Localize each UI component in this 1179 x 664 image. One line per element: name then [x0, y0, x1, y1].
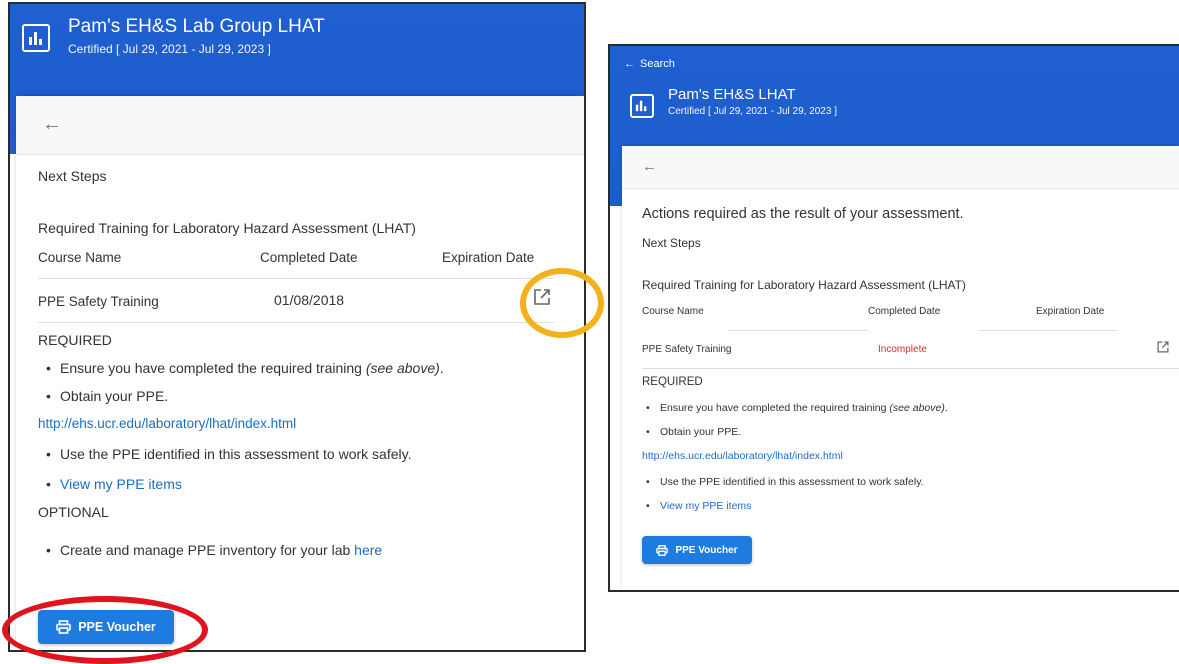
course-name-cell: PPE Safety Training [642, 344, 732, 355]
completed-date-cell: Incomplete [878, 344, 927, 355]
assessment-card: ← Next Steps Required Training for Labor… [16, 96, 584, 650]
column-expiration-date: Expiration Date [1036, 306, 1105, 317]
ppe-voucher-button[interactable]: PPE Voucher [38, 610, 174, 644]
obtain-ppe-item: Obtain your PPE. [646, 426, 741, 438]
search-back-label: Search [640, 58, 675, 70]
obtain-ppe-item: Obtain your PPE. [46, 388, 168, 404]
right-screenshot-panel: ← Search Pam's EH&S LHAT Certified [ Jul… [608, 44, 1179, 592]
column-course-name: Course Name [642, 306, 704, 317]
manage-inventory-item: Create and manage PPE inventory for your… [46, 542, 382, 558]
back-strip: ← [622, 146, 1179, 189]
next-steps-label: Next Steps [38, 168, 107, 184]
certified-range: Certified [ Jul 29, 2021 - Jul 29, 2023 … [68, 42, 271, 56]
divider [728, 330, 868, 331]
arrow-left-icon: ← [624, 58, 635, 70]
ppe-voucher-button[interactable]: PPE Voucher [642, 536, 752, 564]
view-ppe-item: View my PPE items [46, 476, 182, 492]
back-strip: ← [16, 96, 584, 155]
arrow-left-icon[interactable]: ← [42, 113, 62, 136]
divider [38, 322, 554, 323]
open-in-new-icon[interactable] [532, 287, 552, 312]
page-title: Pam's EH&S Lab Group LHAT [68, 16, 325, 37]
search-back-link[interactable]: ← Search [624, 58, 675, 70]
open-in-new-icon[interactable] [1156, 340, 1170, 359]
view-ppe-item: View my PPE items [646, 500, 751, 512]
optional-label: OPTIONAL [38, 504, 109, 520]
left-screenshot-panel: Pam's EH&S Lab Group LHAT Certified [ Ju… [8, 2, 586, 652]
required-label: REQUIRED [642, 376, 703, 388]
use-ppe-item: Use the PPE identified in this assessmen… [46, 446, 411, 462]
voucher-label: PPE Voucher [675, 544, 738, 556]
training-heading: Required Training for Laboratory Hazard … [38, 220, 416, 236]
column-completed-date: Completed Date [868, 306, 941, 317]
completed-date-cell: 01/08/2018 [274, 292, 345, 308]
bar-chart-icon [22, 24, 50, 52]
certified-range: Certified [ Jul 29, 2021 - Jul 29, 2023 … [668, 106, 837, 117]
arrow-left-icon[interactable]: ← [642, 158, 657, 175]
inventory-here-link[interactable]: here [354, 542, 382, 558]
required-training-item: Ensure you have completed the required t… [46, 360, 444, 376]
printer-icon [56, 620, 72, 634]
voucher-label: PPE Voucher [78, 620, 156, 634]
view-ppe-link[interactable]: View my PPE items [660, 500, 751, 512]
page-title: Pam's EH&S LHAT [668, 86, 796, 103]
divider [38, 278, 554, 279]
required-label: REQUIRED [38, 332, 112, 348]
lhat-info-link[interactable]: http://ehs.ucr.edu/laboratory/lhat/index… [38, 416, 296, 431]
assessment-card: ← Actions required as the result of your… [622, 146, 1179, 590]
next-steps-label: Next Steps [642, 236, 701, 250]
column-completed-date: Completed Date [260, 250, 358, 265]
use-ppe-item: Use the PPE identified in this assessmen… [646, 476, 924, 488]
view-ppe-link[interactable]: View my PPE items [60, 476, 182, 492]
bar-chart-icon [630, 94, 654, 118]
divider [642, 368, 1179, 369]
divider [978, 330, 1118, 331]
printer-icon [656, 544, 669, 556]
column-expiration-date: Expiration Date [442, 250, 535, 265]
course-name-cell: PPE Safety Training [38, 294, 159, 309]
actions-required-text: Actions required as the result of your a… [642, 206, 964, 222]
lhat-info-link[interactable]: http://ehs.ucr.edu/laboratory/lhat/index… [642, 450, 843, 462]
column-course-name: Course Name [38, 250, 122, 265]
required-training-item: Ensure you have completed the required t… [646, 402, 948, 414]
training-heading: Required Training for Laboratory Hazard … [642, 278, 966, 292]
